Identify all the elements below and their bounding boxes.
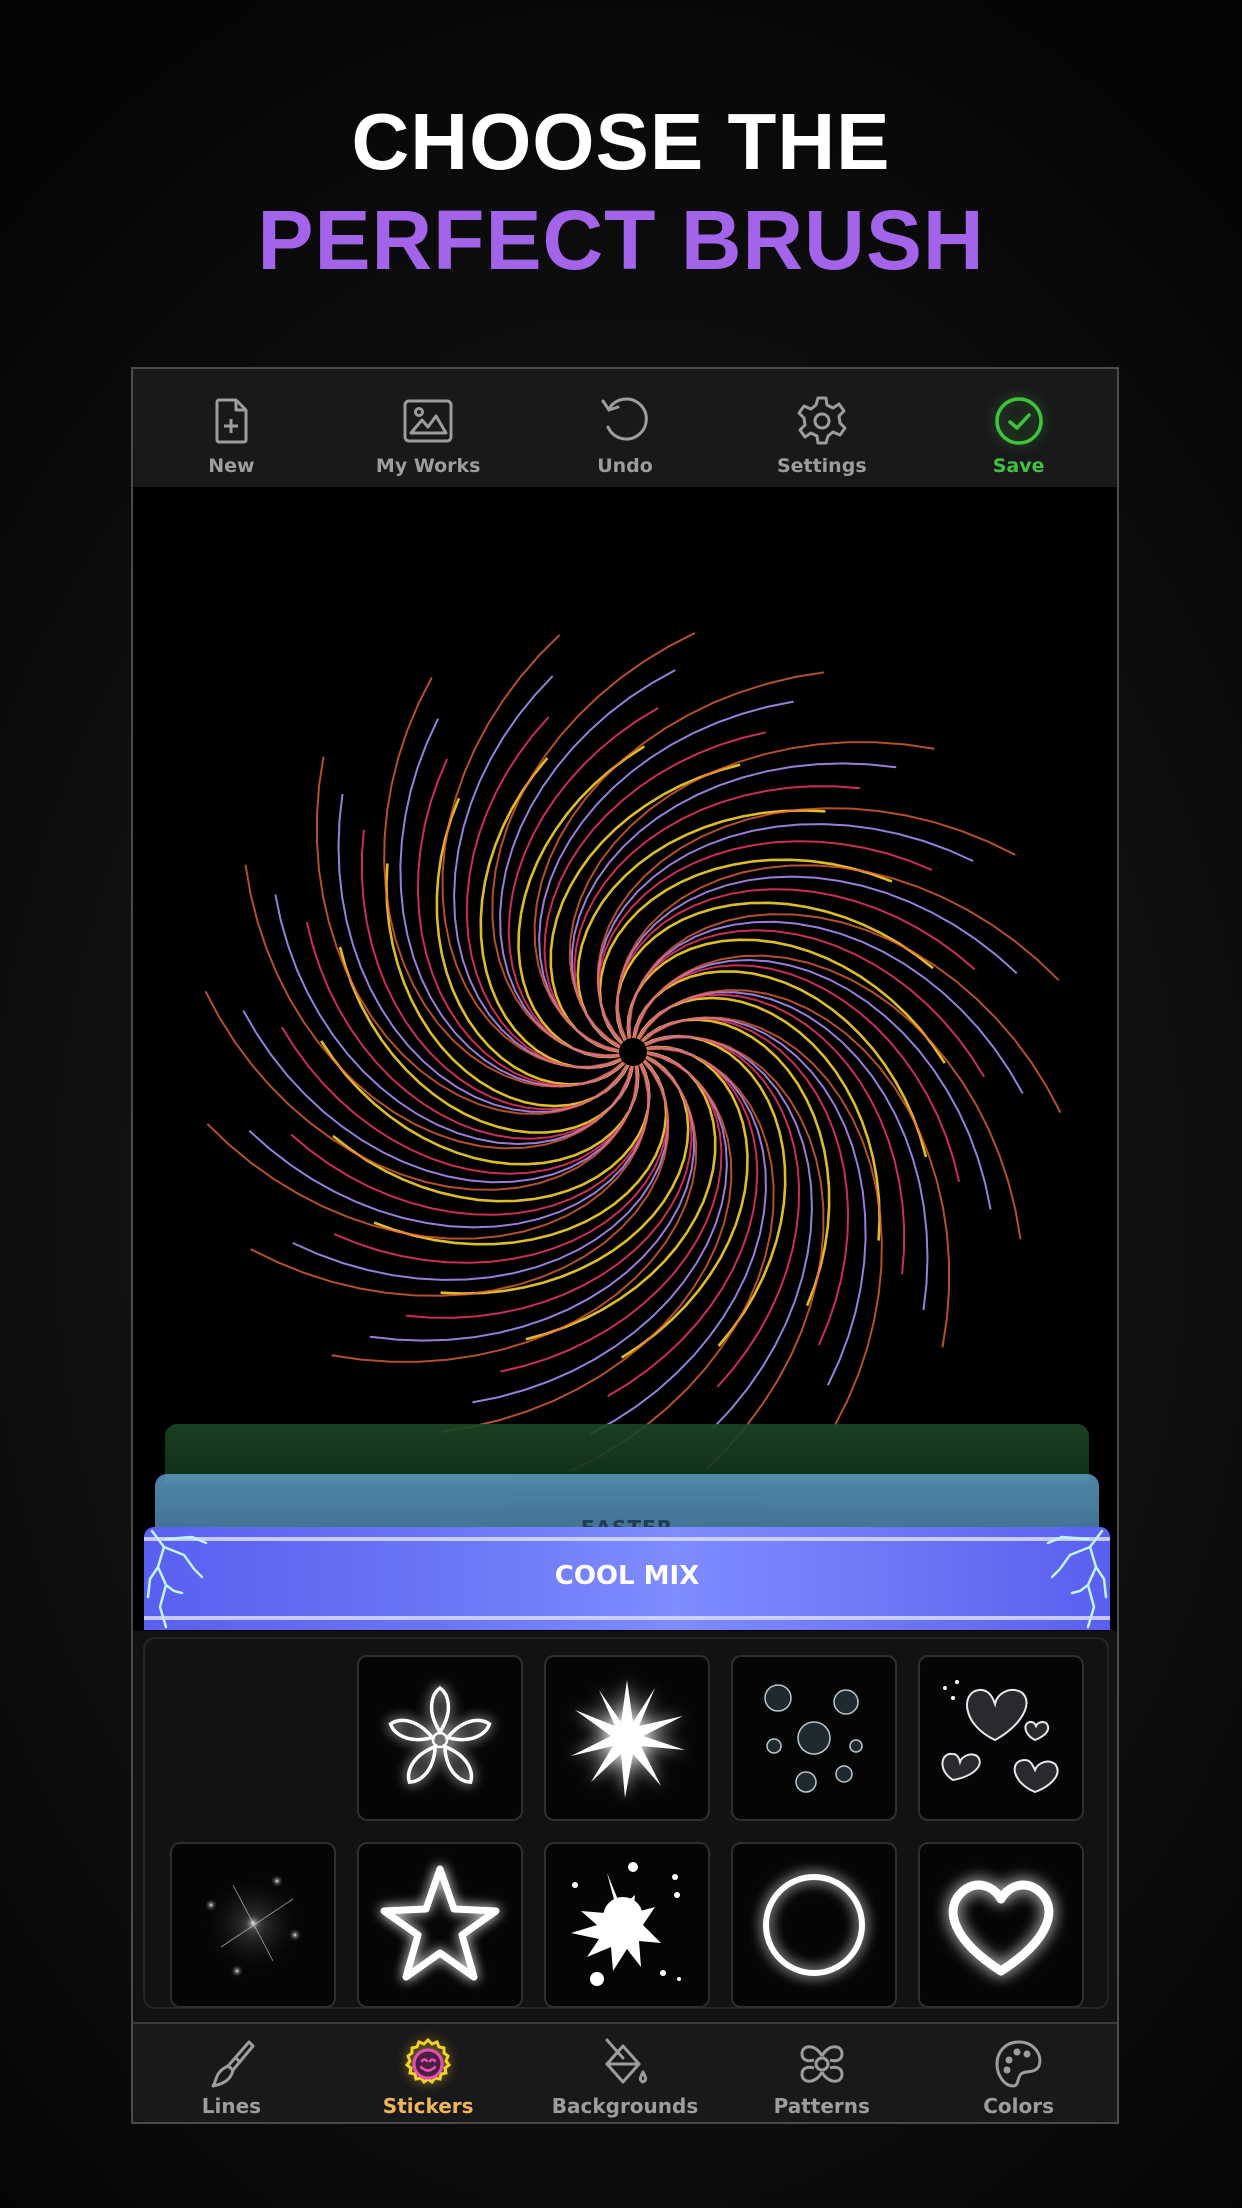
spiral-stroke bbox=[491, 632, 696, 1057]
sticker-sparkles[interactable] bbox=[170, 1842, 336, 2008]
sticker-pack-card-easter[interactable]: EASTER bbox=[155, 1474, 1099, 1540]
paint-splash-icon bbox=[571, 1862, 681, 1986]
undo-button[interactable]: Undo bbox=[527, 369, 724, 487]
palette-icon bbox=[995, 2040, 1041, 2088]
pattern-flower-icon bbox=[800, 2045, 844, 2083]
app-frame: New My Works Undo Settings Save COOL MIX… bbox=[131, 367, 1119, 2124]
tab-backgrounds-label: Backgrounds bbox=[551, 2094, 699, 2118]
spiral-stroke bbox=[316, 756, 629, 1115]
pack-title: COOL MIX bbox=[554, 1561, 700, 1591]
spiral-stroke bbox=[568, 741, 935, 1049]
spiral-stroke bbox=[637, 989, 950, 1348]
lightning-icon bbox=[1046, 1529, 1108, 1629]
spiral-stroke bbox=[373, 1057, 668, 1246]
new-file-icon bbox=[215, 398, 248, 444]
spiral-stroke bbox=[628, 913, 1062, 1114]
undo-label: Undo bbox=[597, 455, 653, 477]
tab-colors[interactable]: Colors bbox=[920, 2024, 1117, 2122]
top-toolbar: New My Works Undo Settings Save bbox=[133, 369, 1117, 489]
tab-stickers-label: Stickers bbox=[382, 2094, 474, 2118]
spiral-stroke bbox=[499, 669, 676, 1057]
bubbles-icon bbox=[764, 1684, 863, 1793]
save-label: Save bbox=[992, 455, 1045, 477]
sticker-paint-splash[interactable] bbox=[544, 1842, 710, 2008]
spiral-stroke bbox=[570, 1047, 775, 1472]
spiral-stroke bbox=[590, 1047, 767, 1435]
new-label: New bbox=[208, 455, 255, 477]
paint-bucket-icon bbox=[605, 2038, 648, 2084]
check-circle-icon bbox=[994, 397, 1043, 445]
sticker-panel bbox=[133, 1631, 1117, 2122]
spiral-stroke bbox=[598, 858, 893, 1047]
spiral-stroke bbox=[627, 920, 1024, 1094]
sticker-neon-heart[interactable] bbox=[918, 1842, 1084, 2008]
paintbrush-icon bbox=[211, 2040, 255, 2088]
save-button[interactable]: Save bbox=[920, 369, 1117, 487]
undo-icon bbox=[601, 397, 648, 441]
new-button[interactable]: New bbox=[133, 369, 330, 487]
sticker-neon-star[interactable] bbox=[357, 1842, 523, 2008]
headline-line-1: CHOOSE THE bbox=[351, 97, 891, 186]
sticker-heart-bubbles[interactable] bbox=[918, 1655, 1084, 1821]
spiral-stroke bbox=[242, 1010, 639, 1184]
settings-button[interactable]: Settings bbox=[723, 369, 920, 487]
sticker-neon-ring[interactable] bbox=[731, 1842, 897, 2008]
bottom-navigation: Lines Stickers Backgrounds Patterns Colo… bbox=[133, 2022, 1117, 2122]
sticker-pack-banner-cool-mix[interactable]: COOL MIX bbox=[144, 1527, 1110, 1630]
tab-stickers[interactable]: Stickers bbox=[330, 2024, 527, 2122]
spiral-stroke bbox=[639, 1018, 831, 1307]
tab-backgrounds[interactable]: Backgrounds bbox=[527, 2024, 724, 2122]
flower-icon bbox=[388, 1685, 492, 1784]
starburst-icon bbox=[571, 1680, 685, 1798]
heart-bubbles-icon bbox=[941, 1680, 1059, 1794]
my-works-button[interactable]: My Works bbox=[330, 369, 527, 487]
spiral-stroke bbox=[204, 990, 638, 1191]
headline-line-2: PERFECT BRUSH bbox=[257, 193, 985, 287]
sticker-neon-flower[interactable] bbox=[357, 1655, 523, 1821]
sticker-grid-container bbox=[143, 1637, 1109, 2122]
star-icon bbox=[380, 1865, 500, 1981]
spiral-stroke bbox=[331, 1055, 698, 1363]
tab-patterns-label: Patterns bbox=[773, 2094, 870, 2118]
settings-label: Settings bbox=[776, 455, 867, 477]
tab-colors-label: Colors bbox=[983, 2094, 1054, 2118]
ring-icon bbox=[763, 1874, 865, 1976]
gear-icon bbox=[797, 396, 847, 445]
sparkles-icon bbox=[203, 1874, 303, 1978]
heart-icon bbox=[948, 1880, 1054, 1976]
tab-lines[interactable]: Lines bbox=[133, 2024, 330, 2122]
sticker-starburst[interactable] bbox=[544, 1655, 710, 1821]
image-gallery-icon bbox=[403, 399, 453, 443]
sticker-bubbles[interactable] bbox=[731, 1655, 897, 1821]
smiley-sticker-icon bbox=[405, 2037, 452, 2085]
my-works-label: My Works bbox=[375, 455, 481, 477]
spiral-stroke bbox=[435, 797, 627, 1086]
tab-patterns[interactable]: Patterns bbox=[723, 2024, 920, 2122]
tab-lines-label: Lines bbox=[201, 2094, 262, 2118]
spiral-center bbox=[619, 1038, 647, 1066]
